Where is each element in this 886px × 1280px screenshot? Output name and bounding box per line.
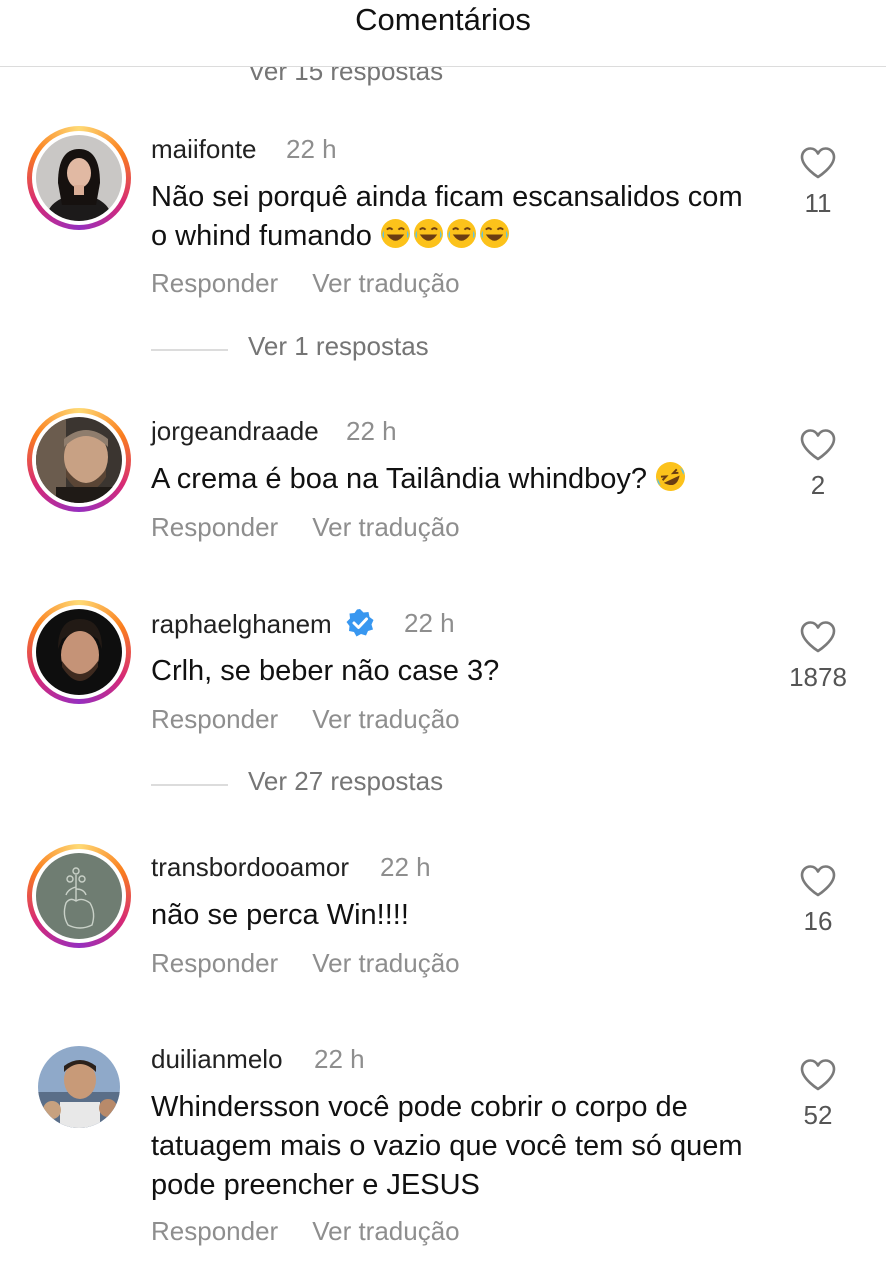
view-replies-label[interactable]: Ver 1 respostas [248, 331, 429, 362]
comment-time: 22 h [286, 134, 337, 164]
comment-text: Whindersson você pode cobrir o corpo de … [151, 1091, 743, 1201]
heart-icon [800, 621, 836, 653]
laughing-tears-emoji [446, 218, 476, 249]
page-title: Comentários [355, 2, 531, 37]
reply-button[interactable]: Responder [151, 704, 278, 734]
reply-button[interactable]: Responder [151, 268, 278, 298]
comment-time: 22 h [346, 416, 397, 446]
comment-username[interactable]: jorgeandraade [151, 416, 319, 447]
comment-actions: Responder Ver tradução [151, 1216, 494, 1247]
comment-actions: Responder Ver tradução [151, 268, 494, 299]
comment-time: 22 h [314, 1044, 365, 1074]
heart-icon [800, 147, 836, 179]
comment-actions: Responder Ver tradução [151, 512, 494, 543]
heart-icon [800, 1059, 836, 1091]
heart-icon [800, 429, 836, 461]
translate-button[interactable]: Ver tradução [312, 1216, 459, 1246]
laughing-tears-emoji [479, 218, 509, 249]
story-ring[interactable] [27, 408, 131, 512]
like-button[interactable]: 1878 [770, 620, 866, 693]
comments-header: Comentários [0, 0, 886, 67]
story-ring[interactable] [27, 844, 131, 948]
comment-time: 22 h [380, 852, 431, 882]
replies-divider [151, 784, 228, 786]
translate-button[interactable]: Ver tradução [312, 704, 459, 734]
comment-username[interactable]: transbordooamor [151, 852, 349, 883]
like-button[interactable]: 11 [778, 146, 858, 219]
heart-icon [800, 865, 836, 897]
comment-username[interactable]: maiifonte [151, 134, 257, 165]
like-count: 11 [804, 188, 832, 218]
comment-username-text: raphaelghanem [151, 609, 332, 639]
comment-text: A crema é boa na Tailândia whindboy? [151, 460, 761, 499]
comment-time: 22 h [404, 608, 455, 638]
avatar[interactable] [38, 1046, 120, 1128]
translate-button[interactable]: Ver tradução [312, 512, 459, 542]
story-ring[interactable] [27, 126, 131, 230]
like-button[interactable]: 52 [778, 1058, 858, 1131]
comment-actions: Responder Ver tradução [151, 704, 494, 735]
translate-button[interactable]: Ver tradução [312, 948, 459, 978]
verified-badge-icon [346, 609, 374, 637]
story-ring[interactable] [27, 600, 131, 704]
comment-text: Não sei porquê ainda ficam escansalidos … [151, 178, 761, 256]
avatar [36, 609, 122, 695]
like-count: 52 [803, 1100, 833, 1130]
replies-divider [151, 349, 228, 351]
laughing-tears-emoji [380, 218, 410, 249]
comment-text: não se perca Win!!!! [151, 899, 409, 931]
like-count: 2 [810, 470, 826, 500]
comment-username[interactable]: duilianmelo [151, 1044, 283, 1075]
translate-button[interactable]: Ver tradução [312, 268, 459, 298]
comment-text: Crlh, se beber não case 3? [151, 655, 500, 687]
like-button[interactable]: 2 [778, 428, 858, 501]
comment-actions: Responder Ver tradução [151, 948, 494, 979]
like-count: 1878 [789, 662, 847, 692]
laughing-emoji-group [380, 218, 512, 252]
like-count: 16 [803, 906, 833, 936]
avatar [36, 417, 122, 503]
rolling-laughing-emoji [656, 461, 686, 492]
like-button[interactable]: 16 [778, 864, 858, 937]
reply-button[interactable]: Responder [151, 948, 278, 978]
reply-button[interactable]: Responder [151, 1216, 278, 1246]
avatar [36, 853, 122, 939]
view-replies-label[interactable]: Ver 27 respostas [248, 766, 443, 797]
laughing-tears-emoji [413, 218, 443, 249]
reply-button[interactable]: Responder [151, 512, 278, 542]
comment-text-body: A crema é boa na Tailândia whindboy? [151, 463, 648, 495]
comment-username[interactable]: raphaelghanem [151, 608, 375, 640]
avatar [36, 135, 122, 221]
